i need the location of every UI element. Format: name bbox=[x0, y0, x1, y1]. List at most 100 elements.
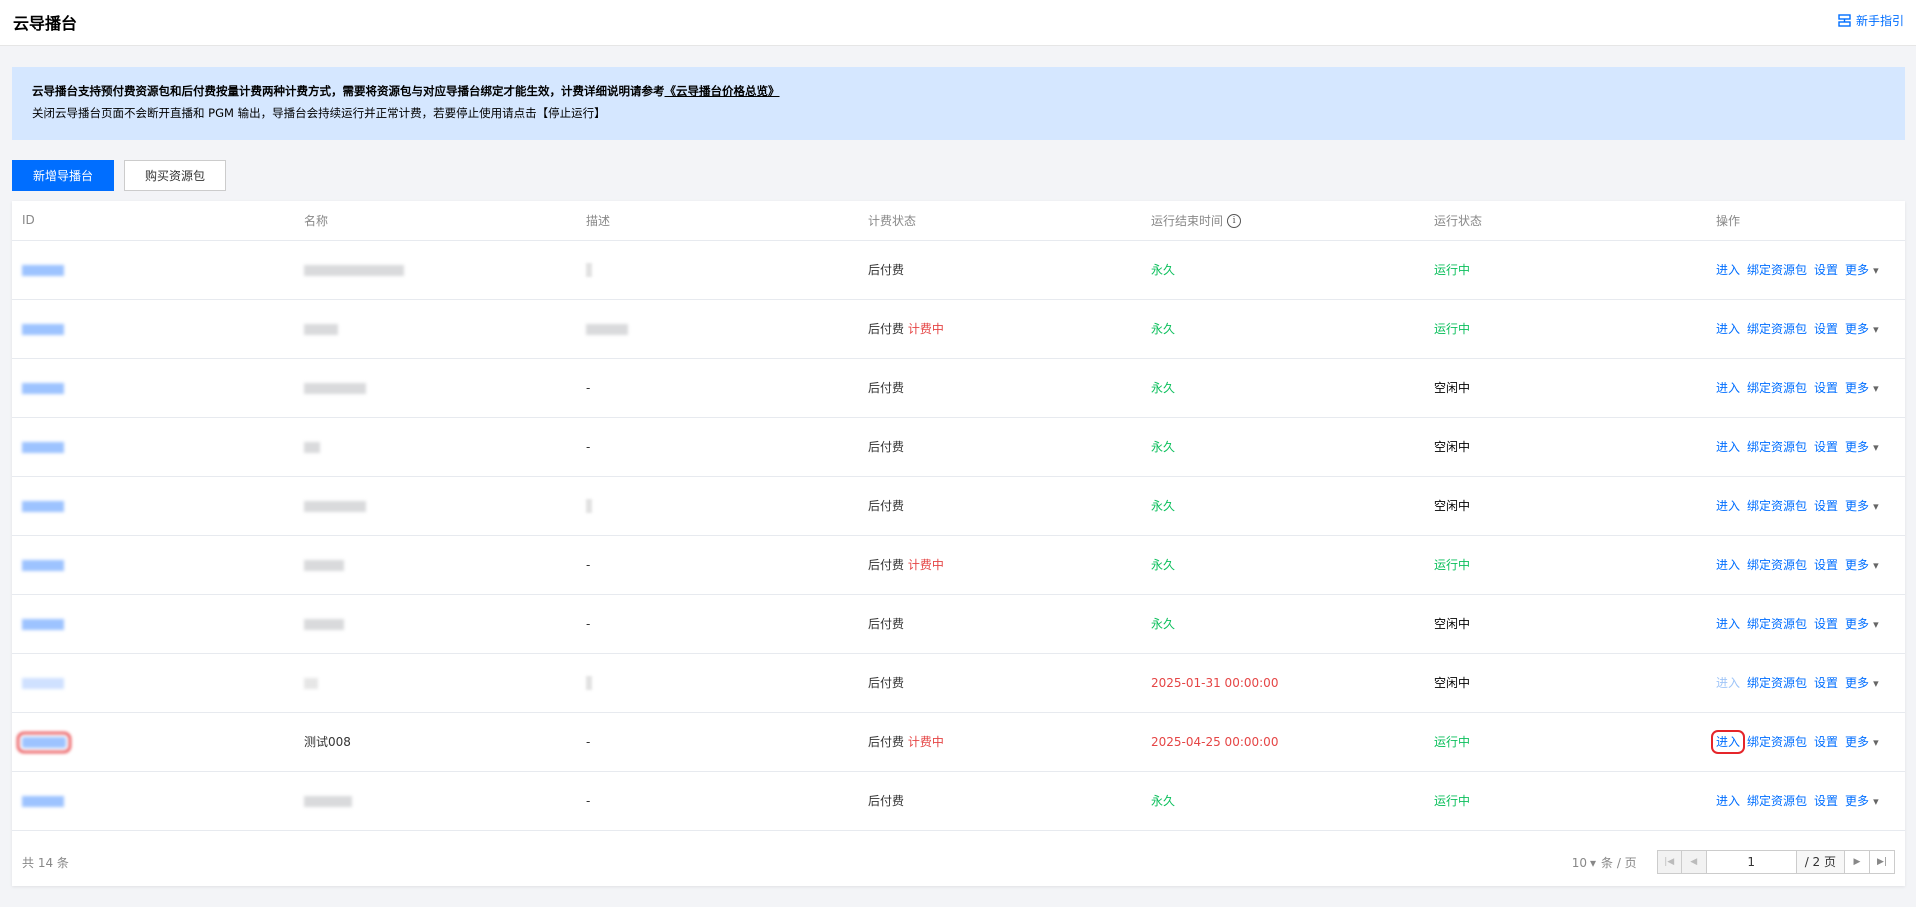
row-id-link[interactable] bbox=[22, 323, 64, 335]
last-page-icon[interactable]: ▶| bbox=[1870, 850, 1895, 874]
prev-page-icon[interactable]: ◀ bbox=[1681, 850, 1707, 874]
row-ops: 进入 绑定资源包 设置 更多 bbox=[1706, 299, 1905, 359]
settings-link[interactable]: 设置 bbox=[1814, 499, 1838, 513]
more-dropdown[interactable]: 更多 bbox=[1845, 617, 1879, 631]
more-dropdown[interactable]: 更多 bbox=[1845, 558, 1879, 572]
more-dropdown[interactable]: 更多 bbox=[1845, 735, 1879, 749]
col-end-time-label: 运行结束时间 bbox=[1151, 213, 1224, 228]
settings-link[interactable]: 设置 bbox=[1814, 322, 1838, 336]
row-id-link-highlighted[interactable] bbox=[17, 731, 71, 753]
row-id-link[interactable] bbox=[22, 264, 64, 276]
col-desc: 描述 bbox=[576, 201, 858, 241]
more-dropdown[interactable]: 更多 bbox=[1845, 499, 1879, 513]
enter-link[interactable]: 进入 bbox=[1716, 794, 1740, 808]
row-billing: 后付费 bbox=[858, 417, 1141, 477]
table-row: 后付费 永久 空闲中 进入 绑定资源包 设置 更多 bbox=[12, 476, 1905, 536]
row-id-link[interactable] bbox=[22, 500, 64, 512]
enter-link[interactable]: 进入 bbox=[1716, 263, 1740, 277]
enter-link[interactable]: 进入 bbox=[1716, 499, 1740, 513]
row-end-time: 永久 bbox=[1141, 594, 1424, 654]
more-dropdown[interactable]: 更多 bbox=[1845, 381, 1879, 395]
row-ops: 进入 绑定资源包 设置 更多 bbox=[1706, 653, 1905, 713]
enter-link[interactable]: 进入 bbox=[1716, 322, 1740, 336]
bind-package-link[interactable]: 绑定资源包 bbox=[1747, 735, 1807, 749]
row-desc-blurred bbox=[586, 498, 592, 513]
col-ops: 操作 bbox=[1706, 201, 1905, 241]
settings-link[interactable]: 设置 bbox=[1814, 676, 1838, 690]
enter-link[interactable]: 进入 bbox=[1716, 676, 1740, 690]
more-dropdown[interactable]: 更多 bbox=[1845, 263, 1879, 277]
page-number-input[interactable]: 1 bbox=[1706, 850, 1797, 874]
row-id-link[interactable] bbox=[22, 441, 64, 453]
bind-package-link[interactable]: 绑定资源包 bbox=[1747, 558, 1807, 572]
table-row: 测试008 - 后付费 计费中 2025-04-25 00:00:00 运行中 … bbox=[12, 712, 1905, 772]
row-ops: 进入 绑定资源包 设置 更多 bbox=[1706, 240, 1905, 300]
more-dropdown[interactable]: 更多 bbox=[1845, 322, 1879, 336]
row-id-link[interactable] bbox=[22, 382, 64, 394]
more-dropdown[interactable]: 更多 bbox=[1845, 794, 1879, 808]
settings-link[interactable]: 设置 bbox=[1814, 735, 1838, 749]
enter-link-highlighted[interactable]: 进入 bbox=[1710, 730, 1746, 754]
settings-link[interactable]: 设置 bbox=[1814, 263, 1838, 277]
row-desc: - bbox=[576, 594, 858, 654]
enter-link[interactable]: 进入 bbox=[1716, 558, 1740, 572]
row-billing: 后付费 bbox=[858, 240, 1141, 300]
settings-link[interactable]: 设置 bbox=[1814, 794, 1838, 808]
first-page-icon[interactable]: |◀ bbox=[1656, 850, 1682, 874]
total-pages: / 2 页 bbox=[1796, 850, 1845, 874]
settings-link[interactable]: 设置 bbox=[1814, 617, 1838, 631]
row-id-link[interactable] bbox=[22, 618, 64, 630]
create-director-button[interactable]: 新增导播台 bbox=[12, 160, 114, 191]
row-status: 运行中 bbox=[1424, 712, 1706, 772]
row-billing: 后付费 bbox=[858, 358, 1141, 418]
bind-package-link[interactable]: 绑定资源包 bbox=[1747, 794, 1807, 808]
row-ops: 进入 绑定资源包 设置 更多 bbox=[1706, 535, 1905, 595]
row-status: 运行中 bbox=[1424, 771, 1706, 831]
row-desc: - bbox=[576, 771, 858, 831]
row-status: 运行中 bbox=[1424, 535, 1706, 595]
bind-package-link[interactable]: 绑定资源包 bbox=[1747, 440, 1807, 454]
more-dropdown[interactable]: 更多 bbox=[1845, 440, 1879, 454]
bind-package-link[interactable]: 绑定资源包 bbox=[1747, 322, 1807, 336]
total-count: 共 14 条 bbox=[22, 855, 69, 870]
settings-link[interactable]: 设置 bbox=[1814, 381, 1838, 395]
guide-link[interactable]: 新手指引 bbox=[1838, 12, 1904, 29]
buy-package-button[interactable]: 购买资源包 bbox=[124, 160, 226, 191]
page-size-select[interactable]: 10 条 / 页 bbox=[1572, 854, 1637, 871]
more-dropdown[interactable]: 更多 bbox=[1845, 676, 1879, 690]
info-icon[interactable]: i bbox=[1227, 214, 1242, 229]
row-id-link[interactable] bbox=[22, 795, 64, 807]
row-desc-blurred bbox=[586, 262, 592, 277]
row-billing: 后付费 bbox=[858, 476, 1141, 536]
bind-package-link[interactable]: 绑定资源包 bbox=[1747, 676, 1807, 690]
pricing-overview-link[interactable]: 《云导播台价格总览》 bbox=[665, 84, 780, 98]
next-page-icon[interactable]: ▶ bbox=[1845, 850, 1870, 874]
table-row: 后付费 计费中 永久 运行中 进入 绑定资源包 设置 更多 bbox=[12, 299, 1905, 359]
enter-link[interactable]: 进入 bbox=[1716, 381, 1740, 395]
bind-package-link[interactable]: 绑定资源包 bbox=[1747, 263, 1807, 277]
row-end-time: 永久 bbox=[1141, 771, 1424, 831]
enter-link[interactable]: 进入 bbox=[1716, 440, 1740, 454]
row-status: 空闲中 bbox=[1424, 417, 1706, 477]
table-row: 后付费 永久 运行中 进入 绑定资源包 设置 更多 bbox=[12, 240, 1905, 300]
row-status: 空闲中 bbox=[1424, 653, 1706, 713]
stop-running-link[interactable]: 【停止运行】 bbox=[537, 106, 606, 120]
row-id-link[interactable] bbox=[22, 677, 64, 689]
row-status: 空闲中 bbox=[1424, 358, 1706, 418]
row-status: 运行中 bbox=[1424, 299, 1706, 359]
row-end-time: 永久 bbox=[1141, 535, 1424, 595]
col-name: 名称 bbox=[294, 201, 576, 241]
col-end-time: 运行结束时间 i bbox=[1141, 201, 1424, 241]
row-end-time: 2025-04-25 00:00:00 bbox=[1141, 712, 1424, 772]
row-id-link[interactable] bbox=[22, 559, 64, 571]
bind-package-link[interactable]: 绑定资源包 bbox=[1747, 617, 1807, 631]
settings-link[interactable]: 设置 bbox=[1814, 558, 1838, 572]
row-end-time: 2025-01-31 00:00:00 bbox=[1141, 653, 1424, 713]
notice-line-2-text: 关闭云导播台页面不会断开直播和 PGM 输出，导播台会持续运行并正常计费，若要停… bbox=[32, 106, 537, 120]
bind-package-link[interactable]: 绑定资源包 bbox=[1747, 499, 1807, 513]
enter-link[interactable]: 进入 bbox=[1716, 617, 1740, 631]
row-end-time: 永久 bbox=[1141, 417, 1424, 477]
bind-package-link[interactable]: 绑定资源包 bbox=[1747, 381, 1807, 395]
settings-link[interactable]: 设置 bbox=[1814, 440, 1838, 454]
row-desc: - bbox=[576, 535, 858, 595]
